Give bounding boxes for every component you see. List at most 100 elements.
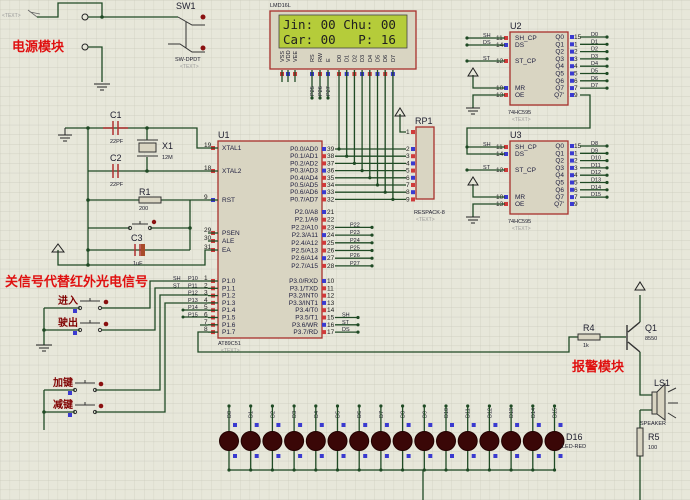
pin-marker: [570, 56, 574, 61]
u1-pin-name: XTAL2: [222, 168, 242, 175]
lcd-pin-label: E: [326, 58, 332, 62]
output-net-label: D14: [591, 185, 601, 191]
pin-marker: [411, 197, 415, 202]
rp1-pin-number: 2: [406, 146, 410, 153]
u1-pin-number: 23: [327, 224, 335, 231]
shift-register-pin-name: OE: [515, 92, 525, 99]
shift-register-text: <TEXT>: [512, 117, 531, 123]
c1-ref: C1: [110, 110, 122, 120]
output-net-label: D5: [591, 69, 598, 75]
pin-marker: [493, 454, 498, 458]
junction: [370, 248, 374, 253]
shift-register-pin-name: DS: [515, 151, 525, 158]
u1-pin-name: P1.5: [222, 315, 236, 322]
schematic-sheet[interactable]: <TEXT> 电源模块 SW1 SW-DPDT <TEXT> LMD16L Ji…: [0, 0, 690, 500]
shift-register-pin-name: Q2: [555, 158, 564, 165]
shift-register-ref: U2: [510, 21, 522, 31]
u1-pin-name: P1.4: [222, 307, 236, 314]
rp1-pin-number: 5: [406, 168, 410, 175]
junction: [466, 404, 470, 408]
pin-marker: [68, 391, 72, 395]
p3-net-label: SH: [342, 313, 350, 319]
pin-marker: [471, 423, 476, 427]
shift-register-pin-name: ST_CP: [515, 58, 536, 65]
junction: [605, 159, 609, 163]
u1-pin-number: 38: [327, 153, 335, 160]
rp1-part: RESPACK-8: [414, 210, 445, 216]
pin-marker: [471, 454, 476, 458]
pin-marker: [322, 168, 326, 173]
mcu-u1[interactable]: U1 AT89C51 <TEXT> XTAL119XTAL218RST9PSEN…: [204, 130, 335, 354]
contact: [103, 321, 109, 327]
pin-marker: [570, 187, 574, 192]
p3-net-label: ST: [342, 320, 350, 326]
shift-register-pin-number: 2: [574, 158, 578, 165]
pin-marker: [322, 161, 326, 166]
u1-pin-number: 36: [327, 168, 335, 175]
u1-pin-number: 28: [327, 263, 335, 270]
junction: [356, 323, 360, 327]
u1-pin-name: P0.1/AD1: [290, 153, 318, 160]
u1-pin-name: EA: [222, 247, 231, 254]
pin-marker: [322, 330, 326, 335]
junction: [605, 57, 609, 61]
pin-marker: [428, 423, 433, 427]
led-icon: [370, 431, 391, 451]
pin-marker: [406, 454, 411, 458]
p2-net-label: P25: [350, 246, 360, 252]
u1-pin-number: 26: [327, 248, 335, 255]
shift-register-pin-number: 6: [574, 78, 578, 85]
pin-marker: [322, 286, 326, 291]
shift-register-pin-number: 4: [574, 63, 578, 70]
pin-marker: [322, 217, 326, 222]
rp1-pin-number: 8: [406, 189, 410, 196]
lcd-pin-label: D5: [376, 55, 382, 62]
lcd-net-label: P25: [310, 86, 316, 96]
junction: [531, 404, 535, 408]
u1-pin-name: P3.1/TXD: [290, 285, 318, 292]
pin-marker: [322, 240, 326, 245]
pin-marker: [363, 454, 368, 458]
output-net-label: D2: [591, 47, 598, 53]
u1-pin-name: P3.4/T0: [295, 307, 318, 314]
pin-marker: [322, 256, 326, 261]
led-icon: [479, 431, 500, 451]
u1-pin-name: P0.3/AD3: [290, 168, 318, 175]
shift-register-pin-number: 3: [574, 56, 578, 63]
terminal-text: <TEXT>: [2, 13, 21, 19]
led-net-label: D6: [357, 411, 363, 418]
rp1-pin-number: 6: [406, 175, 410, 182]
junction: [422, 404, 426, 408]
led-net-label: D8: [401, 411, 407, 418]
pin-marker: [322, 147, 326, 151]
u1-pin-name: P2.5/A13: [291, 248, 318, 255]
pin-marker: [322, 190, 326, 195]
u1-ref: U1: [218, 130, 230, 140]
pin-marker: [570, 144, 574, 148]
schematic-canvas[interactable]: <TEXT> 电源模块 SW1 SW-DPDT <TEXT> LMD16L Ji…: [0, 0, 690, 500]
shift-register-pin-name: ST_CP: [515, 167, 536, 174]
u1-pin-name: P0.6/AD6: [290, 189, 318, 196]
rp1-pin-number: 9: [406, 196, 410, 203]
junction: [370, 225, 374, 229]
led-icon: [457, 431, 478, 451]
junction: [249, 404, 253, 408]
pin-marker: [515, 423, 520, 427]
led-icon: [284, 431, 305, 451]
led-icon: [349, 431, 370, 451]
shift-register-pin-name: Q5: [555, 71, 564, 78]
pin-marker: [322, 308, 326, 313]
junction: [370, 264, 374, 268]
output-net-label: D4: [591, 61, 598, 67]
p2-net-label: P26: [350, 253, 360, 259]
shift-register-pin-name: Q4: [555, 172, 564, 179]
shift-register-pin-name: Q1: [555, 150, 564, 157]
u1-pin-name: P1.3: [222, 300, 236, 307]
u1-pin-name: ALE: [222, 238, 235, 245]
u1-pin-number: 13: [327, 300, 335, 307]
led-net-label: D15: [553, 408, 559, 418]
junction: [465, 59, 469, 63]
junction: [370, 256, 374, 260]
lcd-pin-label: D2: [352, 55, 358, 62]
pin-marker: [536, 423, 541, 427]
